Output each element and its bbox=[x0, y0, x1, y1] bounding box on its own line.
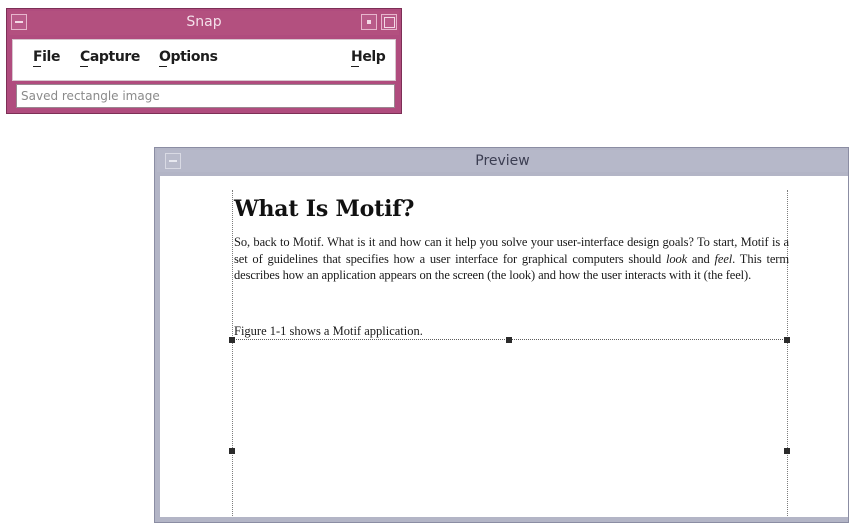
menu-options[interactable]: Options bbox=[159, 49, 218, 67]
resize-handle-top[interactable] bbox=[506, 337, 512, 343]
snap-titlebar[interactable]: Snap bbox=[9, 11, 399, 35]
paragraph-and: and bbox=[687, 251, 715, 266]
maximize-button[interactable] bbox=[381, 14, 397, 30]
menu-capture-label: Capture bbox=[80, 49, 141, 65]
mnemonic-underline bbox=[80, 66, 88, 67]
preview-window: Preview What Is Motif? So, back to Motif… bbox=[154, 147, 849, 523]
preview-titlebar[interactable]: Preview bbox=[157, 150, 848, 172]
maximize-icon bbox=[384, 17, 395, 28]
menu-file[interactable]: File bbox=[33, 49, 61, 67]
resize-handle-top-right[interactable] bbox=[784, 337, 790, 343]
preview-canvas[interactable]: What Is Motif? So, back to Motif. What i… bbox=[160, 176, 848, 517]
menu-options-label: Options bbox=[159, 49, 218, 65]
minimize-icon bbox=[367, 20, 371, 24]
snap-window-title: Snap bbox=[186, 14, 222, 30]
preview-window-title: Preview bbox=[475, 153, 530, 169]
menu-help-label: Help bbox=[351, 49, 386, 65]
minimize-button[interactable] bbox=[361, 14, 377, 30]
document-heading: What Is Motif? bbox=[234, 196, 415, 222]
resize-handle-left[interactable] bbox=[229, 448, 235, 454]
document-page: What Is Motif? So, back to Motif. What i… bbox=[229, 190, 791, 517]
menu-capture[interactable]: Capture bbox=[80, 49, 141, 67]
menu-help[interactable]: Help bbox=[351, 49, 386, 67]
document-paragraph: So, back to Motif. What is it and how ca… bbox=[234, 234, 789, 284]
resize-handle-right[interactable] bbox=[784, 448, 790, 454]
menu-bar: File Capture Options Help bbox=[12, 39, 396, 81]
status-field: Saved rectangle image bbox=[16, 84, 395, 108]
figure-caption: Figure 1-1 shows a Motif application. bbox=[234, 324, 423, 338]
selection-rectangle[interactable] bbox=[229, 337, 790, 517]
mnemonic-underline bbox=[33, 66, 41, 67]
italic-look: look bbox=[665, 251, 688, 266]
status-text: Saved rectangle image bbox=[21, 89, 160, 103]
resize-handle-top-left[interactable] bbox=[229, 337, 235, 343]
menu-file-label: File bbox=[33, 49, 61, 65]
italic-feel: feel bbox=[714, 251, 733, 266]
mnemonic-underline bbox=[159, 66, 167, 67]
snap-window: Snap File Capture Options Help Saved rec… bbox=[6, 8, 402, 114]
mnemonic-underline bbox=[351, 66, 359, 67]
